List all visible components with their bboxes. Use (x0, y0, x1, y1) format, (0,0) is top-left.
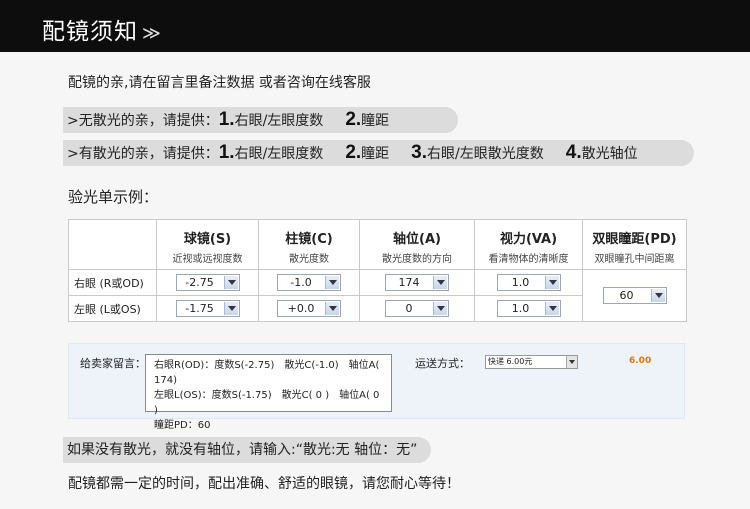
table-row-right-eye: 右眼 (R或OD) -2.75 -1.0 174 1.0 60 (68, 269, 687, 322)
chevron-down-icon (433, 302, 447, 315)
requirement-item: 2.瞳距 (345, 142, 390, 163)
header-cell-axis: 轴位(A) 散光度数的方向 (359, 219, 475, 270)
axis-select-right[interactable]: 174 (385, 274, 449, 291)
requirement-item: 1.右眼/左眼度数 (218, 109, 324, 130)
header-cell-sphere: 球镜(S) 近视或远视度数 (156, 219, 259, 270)
requirement-item: 1.右眼/左眼度数 (218, 142, 324, 163)
prescription-table: 球镜(S) 近视或远视度数 柱镜(C) 散光度数 轴位(A) 散光度数的方向 视力(V… (68, 219, 687, 322)
no-astigmatism-note: 如果没有散光，就没有轴位，请输入:“散光:无 轴位：无” (63, 437, 431, 463)
va-select-left[interactable]: 1.0 (496, 300, 561, 317)
chevron-down-icon (566, 356, 577, 368)
requirement-item: 2.瞳距 (345, 109, 390, 130)
table-header-row: 球镜(S) 近视或远视度数 柱镜(C) 散光度数 轴位(A) 散光度数的方向 视力(V… (68, 219, 687, 270)
order-panel: 给卖家留言： 右眼R(OD)：度数S(-2.75) 散光C(-1.0) 轴位A( 1… (68, 343, 685, 431)
chevron-down-icon (325, 302, 339, 315)
with-astigmatism-requirements: >有散光的亲，请提供：1.右眼/左眼度数 2.瞳距 3.右眼/左眼散光度数 4.散光轴… (63, 140, 694, 166)
sphere-select-right[interactable]: -2.75 (175, 274, 240, 291)
chevron-down-icon (650, 289, 665, 302)
intro-text: 配镜的亲,请在留言里备注数据 或者咨询在线客服 (68, 75, 371, 91)
axis-select-left[interactable]: 0 (385, 300, 449, 317)
seller-message-textarea[interactable]: 右眼R(OD)：度数S(-2.75) 散光C(-1.0) 轴位A( 174) 左眼L… (145, 354, 392, 431)
message-line: 右眼R(OD)：度数S(-2.75) 散光C(-1.0) 轴位A( 174) (154, 360, 380, 386)
pd-select[interactable]: 60 (602, 287, 667, 304)
with-astigmatism-lead: >有散光的亲，请提供： (67, 146, 219, 162)
closing-text: 配镜都需一定的时间，配出准确、舒适的眼镜，请您耐心等待！ (68, 476, 460, 492)
example-label: 验光单示例： (68, 188, 159, 206)
header-cell-va: 视力(VA) 看清物体的清晰度 (474, 219, 583, 270)
chevron-down-icon (433, 276, 447, 289)
message-line: 瞳距PD：60 (154, 420, 211, 431)
row-label: 左眼 (L或OS) (68, 295, 157, 322)
header-bar: 配镜须知 ≫ (0, 0, 750, 52)
chevron-down-icon (223, 302, 238, 315)
chevron-down-icon (544, 276, 559, 289)
requirement-item: 3.右眼/左眼散光度数 (411, 142, 544, 163)
no-astigmatism-lead: >无散光的亲，请提供： (67, 113, 219, 129)
page-title: 配镜须知 ≫ (42, 19, 162, 45)
row-label: 右眼 (R或OD) (68, 269, 157, 296)
no-astigmatism-requirements: >无散光的亲，请提供：1.右眼/左眼度数 2.瞳距 (63, 107, 458, 133)
cylinder-select-left[interactable]: +0.0 (277, 300, 341, 317)
message-line: 左眼L(OS)：度数S(-1.75) 散光C( 0 ) 轴位A( 0 ) (154, 390, 380, 416)
chevron-down-icon (325, 276, 339, 289)
header-cell-cylinder: 柱镜(C) 散光度数 (258, 219, 360, 270)
header-cell-empty (68, 219, 157, 270)
header-cell-pd: 双眼瞳距(PD) 双眼瞳孔中间距离 (582, 219, 687, 270)
requirement-item: 4.散光轴位 (565, 142, 638, 163)
shipping-label: 运送方式： (415, 357, 470, 370)
va-select-right[interactable]: 1.0 (496, 274, 561, 291)
sphere-select-left[interactable]: -1.75 (175, 300, 240, 317)
chevron-down-icon (544, 302, 559, 315)
message-label: 给卖家留言： (80, 357, 146, 370)
chevron-down-icon (223, 276, 238, 289)
cylinder-select-right[interactable]: -1.0 (277, 274, 341, 291)
shipping-price: 6.00 (629, 356, 652, 366)
shipping-select[interactable]: 快递 6.00元 (485, 355, 578, 369)
double-chevron-icon: ≫ (142, 23, 162, 44)
